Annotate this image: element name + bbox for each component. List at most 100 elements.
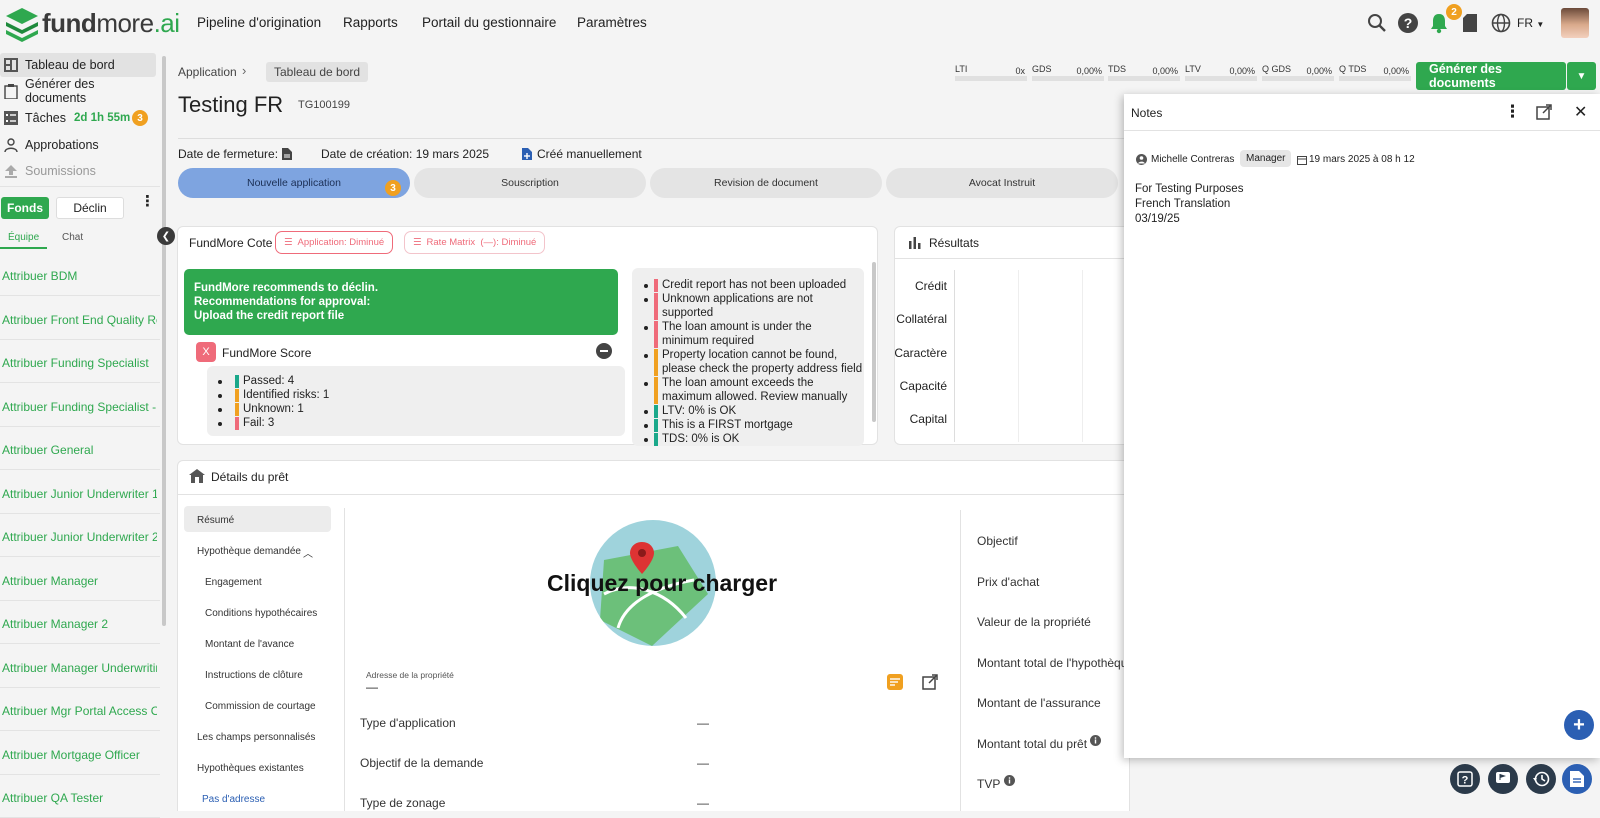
assign-item[interactable]: Attribuer Manager Underwriting: [2, 661, 157, 675]
history-icon: [1533, 771, 1550, 787]
breadcrumb-current: Tableau de bord: [266, 62, 369, 82]
assign-item[interactable]: Attribuer Funding Specialist: [2, 356, 157, 370]
assign-item[interactable]: Attribuer Funding Specialist - c: [2, 400, 157, 414]
assign-item[interactable]: Attribuer Junior Underwriter 1: [2, 487, 157, 501]
fundmore-logo[interactable]: fundmore.ai: [4, 4, 180, 42]
nav-reports[interactable]: Rapports: [343, 15, 398, 30]
more-vertical-icon[interactable]: ⋮: [140, 194, 155, 209]
field-label: Valeur de la propriété: [977, 615, 1091, 629]
flag-icon: [1496, 772, 1510, 783]
check-item: Credit report has not been uploaded: [644, 278, 862, 292]
subnav-item[interactable]: Hypothèques existantes: [197, 763, 304, 774]
decline-button[interactable]: Déclin: [56, 197, 124, 219]
subnav-item[interactable]: Pas d'adresse: [202, 794, 265, 805]
assign-item[interactable]: Attribuer Junior Underwriter 2: [2, 530, 157, 544]
generate-documents-button[interactable]: Générer des documents: [1416, 62, 1566, 90]
stage-lawyer-instructed[interactable]: Avocat Instruit: [886, 168, 1118, 198]
subnav-item[interactable]: Commission de courtage: [205, 701, 316, 712]
help-fab[interactable]: ?: [1450, 764, 1480, 794]
subnav-item[interactable]: Engagement: [205, 577, 262, 588]
globe-icon[interactable]: [1490, 12, 1512, 34]
sidebar-scrollbar[interactable]: [162, 56, 166, 626]
divider: [0, 338, 160, 340]
assign-item[interactable]: Attribuer Manager: [2, 574, 157, 588]
tab-team[interactable]: Équipe: [8, 232, 39, 243]
flag-fab[interactable]: [1488, 764, 1518, 794]
nav-pipeline[interactable]: Pipeline d'origination: [197, 15, 321, 30]
map-click-to-load[interactable]: Cliquez pour charger: [547, 570, 777, 597]
status-marker: [654, 433, 658, 446]
subnav-item[interactable]: Résumé: [197, 515, 234, 526]
user-avatar[interactable]: [1561, 8, 1589, 38]
info-icon[interactable]: [1004, 775, 1015, 789]
checks-panel: Credit report has not been uploaded Unkno…: [632, 268, 864, 446]
notes-title: Notes: [1131, 106, 1163, 120]
breadcrumb-root[interactable]: Application: [178, 65, 237, 79]
info-icon[interactable]: [1090, 735, 1101, 749]
stage-underwriting[interactable]: Souscription: [414, 168, 646, 198]
check-text: supported: [662, 307, 714, 319]
check-text: please check the property address field: [662, 363, 863, 375]
sidebar-item-approvals[interactable]: Approbations: [0, 133, 156, 157]
note-body: For Testing Purposes French Translation …: [1135, 182, 1243, 227]
results-title: Résultats: [929, 236, 980, 250]
score-item: Passed: 4: [218, 374, 294, 388]
sidebar-item-generate-documents[interactable]: Générer des documents: [0, 77, 156, 105]
field-label: Montant total de l'hypothèque: [977, 655, 1135, 670]
open-external-icon[interactable]: [1536, 104, 1552, 123]
application-rating-chip[interactable]: ☰ Application: Diminué: [275, 231, 394, 254]
document-fab[interactable]: [1562, 764, 1592, 794]
ratio-value: 0,00%: [1383, 66, 1409, 76]
filter-icon: ☰: [413, 237, 422, 248]
help-icon[interactable]: ?: [1397, 12, 1419, 34]
stage-new-application[interactable]: Nouvelle application: [178, 168, 410, 198]
add-note-button[interactable]: +: [1564, 710, 1594, 740]
ratio-value: 0x: [1015, 66, 1025, 76]
open-external-icon[interactable]: [922, 674, 938, 693]
history-fab[interactable]: [1526, 764, 1556, 794]
subnav-item[interactable]: Montant de l'avance: [205, 639, 294, 650]
divider: [0, 643, 160, 644]
collapse-score-button[interactable]: [596, 343, 612, 359]
tab-chat[interactable]: Chat: [62, 232, 83, 243]
assign-item[interactable]: Attribuer Front End Quality Review: [2, 313, 157, 327]
stage-label: Revision de document: [714, 177, 818, 189]
subnav-item[interactable]: Les champs personnalisés: [197, 732, 315, 743]
chevron-up-icon[interactable]: ︿: [303, 545, 313, 560]
note-line: French Translation: [1135, 198, 1231, 210]
subnav-item[interactable]: Conditions hypothécaires: [205, 608, 317, 619]
file-icon[interactable]: [282, 148, 292, 163]
search-icon[interactable]: [1366, 12, 1388, 34]
nav-settings[interactable]: Paramètres: [577, 15, 647, 30]
divider: [0, 425, 160, 427]
collapse-sidebar-button[interactable]: ❮: [157, 227, 175, 245]
document-icon[interactable]: [1459, 12, 1481, 34]
assign-item[interactable]: Attribuer Mortgage Officer: [2, 748, 157, 762]
note-icon[interactable]: [887, 674, 903, 693]
checks-scrollbar[interactable]: [872, 262, 876, 422]
nav-manager-portal[interactable]: Portail du gestionnaire: [422, 15, 556, 30]
subnav-item[interactable]: Instructions de clôture: [205, 670, 303, 681]
sidebar-item-label: Soumissions: [25, 164, 96, 178]
assign-item[interactable]: Attribuer General: [2, 443, 157, 457]
stage-document-review[interactable]: Revision de document: [650, 168, 882, 198]
assign-item[interactable]: Attribuer QA Tester: [2, 791, 157, 805]
assign-item[interactable]: Attribuer Mgr Portal Access Only: [2, 704, 157, 718]
status-marker: [235, 389, 239, 402]
close-icon[interactable]: ✕: [1574, 102, 1587, 122]
language-selector[interactable]: FR ▼: [1517, 16, 1544, 30]
sidebar-item-dashboard[interactable]: Tableau de bord: [0, 53, 156, 77]
rate-matrix-chip[interactable]: ☰ Rate Matrix (—): Diminué: [404, 231, 546, 254]
fund-button[interactable]: Fonds: [1, 197, 49, 219]
sidebar-item-submissions[interactable]: Soumissions: [0, 159, 156, 183]
generate-dropdown-button[interactable]: ▼: [1567, 62, 1596, 90]
subnav-item[interactable]: Hypothèque demandée: [197, 546, 301, 557]
divider: [0, 730, 160, 731]
ratio-gds: GDS 0,00%: [1032, 64, 1104, 84]
results-gridline: [1082, 270, 1083, 442]
assign-item[interactable]: Attribuer BDM: [2, 269, 157, 283]
bullet: [644, 410, 648, 414]
ratio-bar: [1185, 76, 1257, 81]
assign-item[interactable]: Attribuer Manager 2: [2, 617, 157, 631]
more-vertical-icon[interactable]: ⋮: [1504, 102, 1521, 122]
